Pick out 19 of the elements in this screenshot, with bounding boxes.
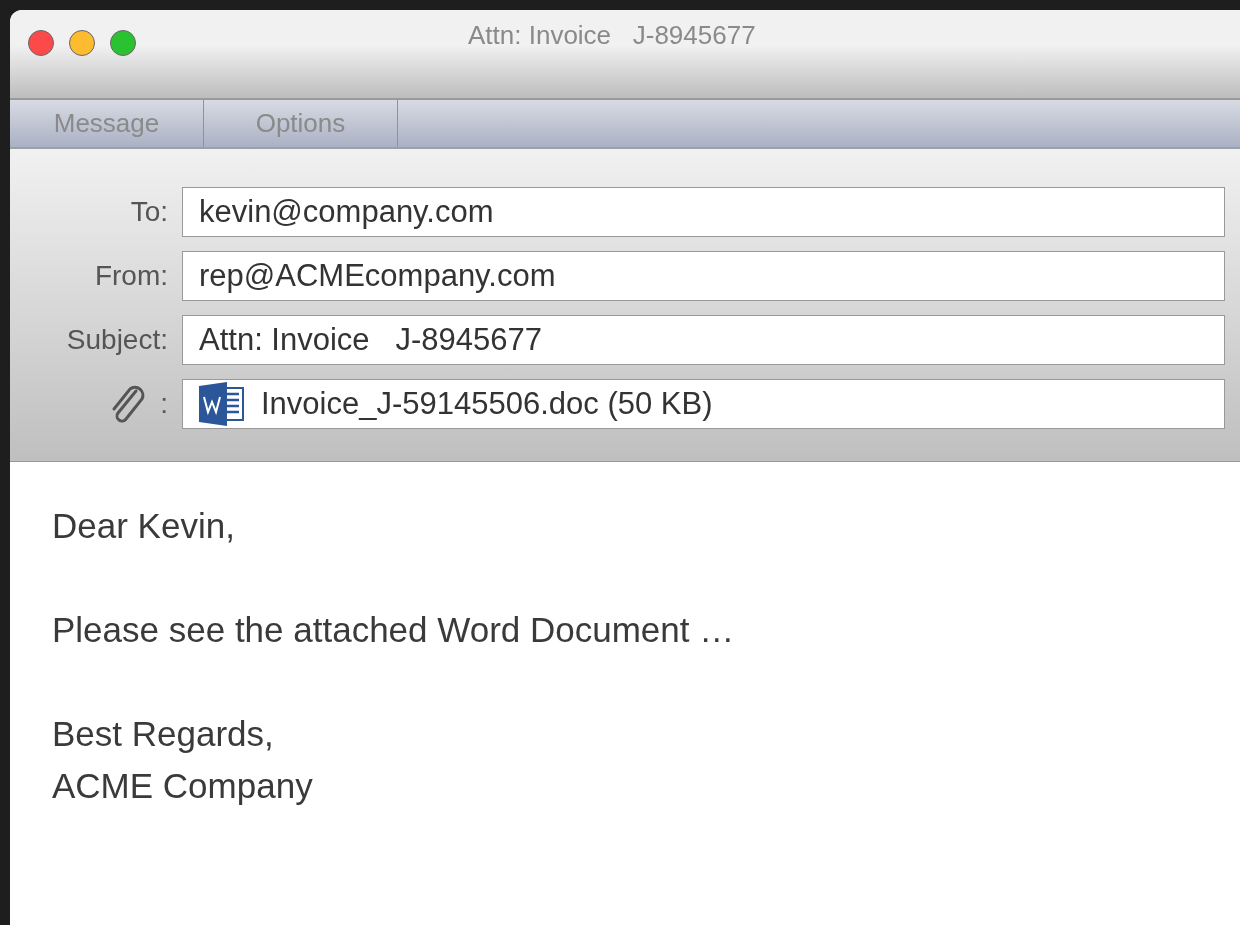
input-field[interactable]: kevin@company.com — [182, 187, 1225, 237]
close-button[interactable] — [28, 30, 54, 56]
input-field[interactable]: rep@ACMEcompany.com — [182, 251, 1225, 301]
message-body[interactable]: Dear Kevin, Please see the attached Word Document … Best Regards, ACME Company — [10, 462, 1240, 812]
zoom-button[interactable] — [110, 30, 136, 56]
body-text: ACME Company — [52, 765, 314, 807]
body-text: Please see the attached Word Document … — [52, 609, 736, 651]
field-label: : — [160, 388, 168, 420]
field-label: To: — [130, 196, 168, 228]
attachment-name[interactable]: Invoice_J-59145506.doc (50 KB) — [261, 386, 713, 422]
attachment-field[interactable]: Invoice_J-59145506.doc (50 KB) — [182, 379, 1225, 429]
body-text: Dear Kevin, — [52, 505, 236, 547]
window-title: Attn: Invoice J-8945677 — [468, 20, 756, 51]
field-label: From: — [94, 260, 168, 292]
body-text: Best Regards, — [52, 713, 275, 755]
document-icon — [199, 382, 245, 426]
minimize-button[interactable] — [69, 30, 95, 56]
field-label: Subject: — [66, 324, 168, 356]
input-field[interactable]: Attn: Invoice J-8945677 — [182, 315, 1225, 365]
